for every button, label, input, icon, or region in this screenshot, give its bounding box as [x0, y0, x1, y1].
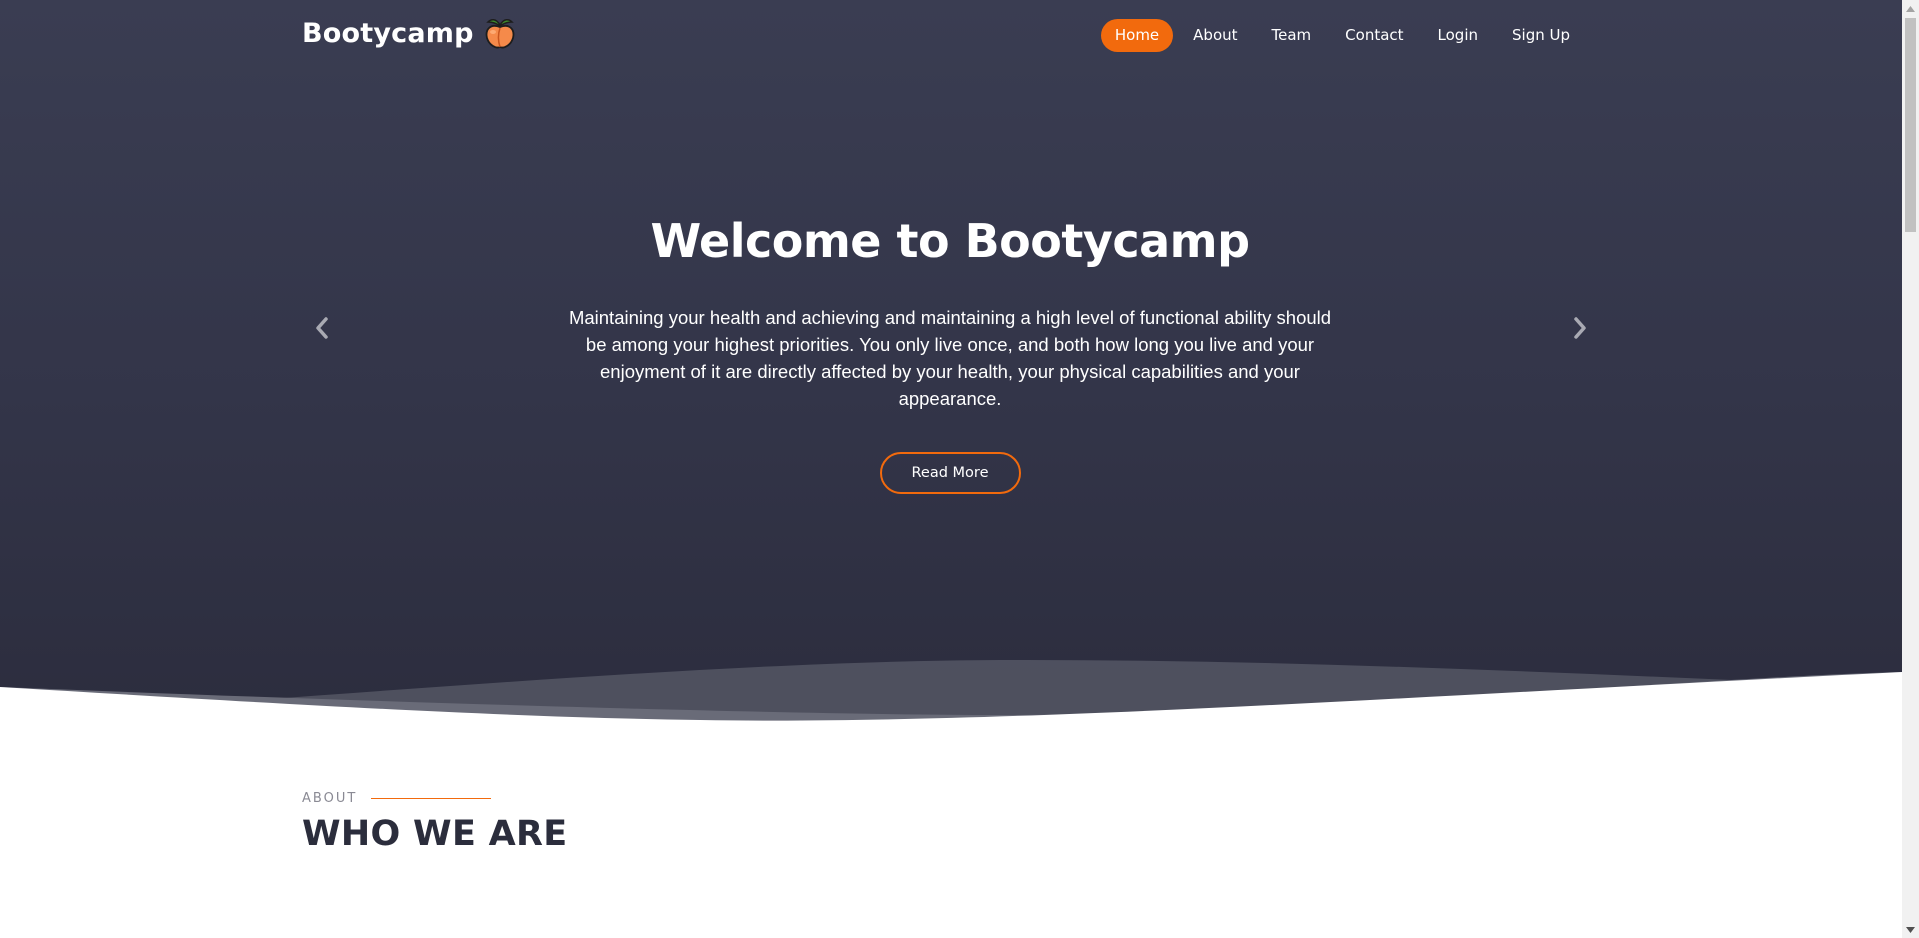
nav-item-home[interactable]: Home	[1100, 19, 1174, 52]
hero-title: Welcome to Bootycamp	[650, 214, 1250, 268]
page: Bootycamp Home About Team Contact Login …	[0, 0, 1919, 938]
about-eyebrow: ABOUT	[302, 791, 492, 806]
brand-name: Bootycamp	[302, 17, 474, 49]
nav-item-login[interactable]: Login	[1424, 19, 1492, 52]
hero-section: Bootycamp Home About Team Contact Login …	[0, 0, 1902, 716]
chevron-right-icon	[1574, 317, 1586, 339]
nav-item-signup[interactable]: Sign Up	[1498, 19, 1584, 52]
carousel-prev-button[interactable]	[307, 313, 337, 343]
about-divider-line	[371, 798, 492, 799]
read-more-button[interactable]: Read More	[879, 452, 1021, 494]
main-nav: Home About Team Contact Login Sign Up	[1095, 19, 1584, 52]
hero-wave-divider	[0, 659, 1902, 725]
carousel-next-button[interactable]	[1565, 313, 1595, 343]
navbar: Bootycamp Home About Team Contact Login …	[302, 0, 1584, 68]
chevron-left-icon	[316, 317, 328, 339]
carousel-slide: Welcome to Bootycamp Maintaining your he…	[550, 210, 1350, 494]
brand-link[interactable]: Bootycamp	[302, 16, 516, 50]
hero-description: Maintaining your health and achieving an…	[568, 307, 1332, 409]
nav-item-contact[interactable]: Contact	[1331, 19, 1417, 52]
scroll-up-arrow-icon[interactable]	[1902, 0, 1919, 17]
about-title: WHO WE ARE	[302, 814, 568, 854]
peach-icon	[485, 19, 514, 49]
scroll-down-arrow-icon[interactable]	[1902, 921, 1919, 938]
nav-item-team[interactable]: Team	[1258, 19, 1326, 52]
scrollbar-thumb[interactable]	[1905, 18, 1916, 232]
page-scrollbar[interactable]	[1902, 0, 1919, 938]
about-label: ABOUT	[302, 791, 358, 806]
nav-item-about[interactable]: About	[1179, 19, 1251, 52]
